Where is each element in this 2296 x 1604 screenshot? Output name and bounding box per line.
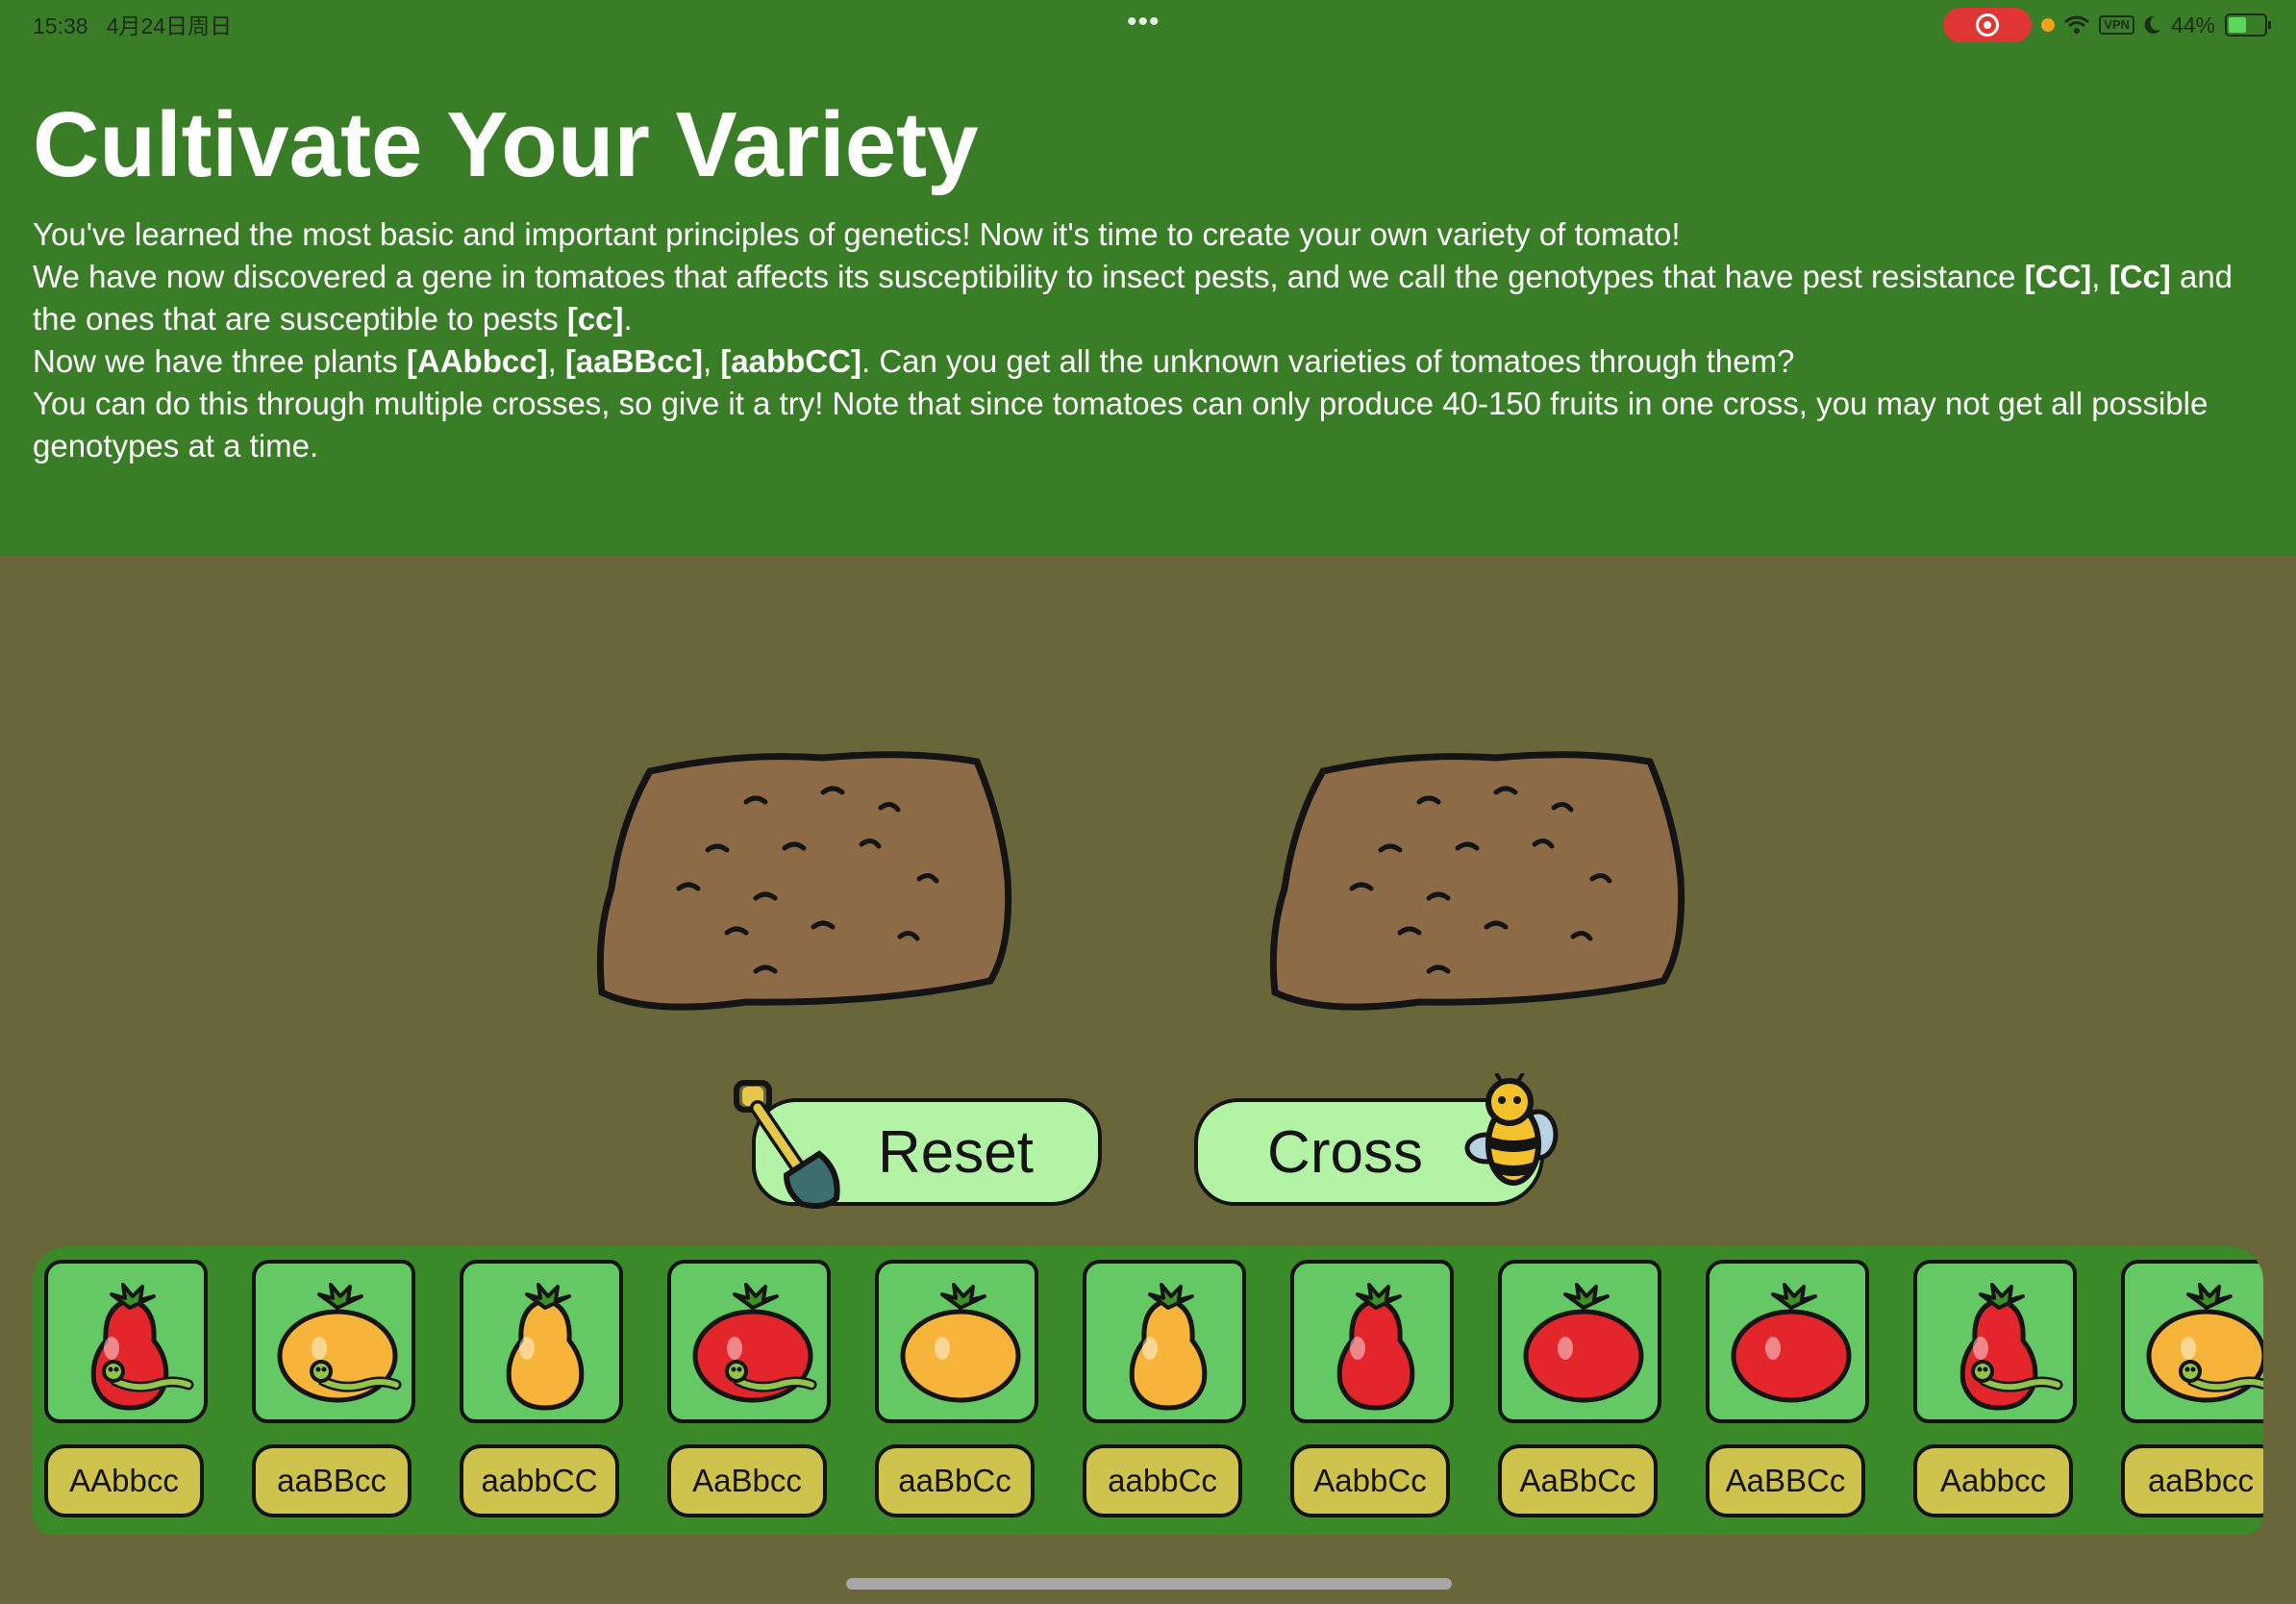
shovel-icon xyxy=(734,1080,840,1209)
genotype-label: AAbbcc xyxy=(44,1444,204,1517)
seed-packet[interactable] xyxy=(1913,1260,2077,1423)
variety-card[interactable]: AaBbcc xyxy=(661,1260,835,1519)
seed-packet[interactable] xyxy=(875,1260,1038,1423)
variety-card[interactable]: aabbCC xyxy=(454,1260,627,1519)
seed-packet[interactable] xyxy=(667,1260,831,1423)
privacy-dot-icon xyxy=(2041,18,2056,32)
tomato-icon xyxy=(1336,1283,1415,1411)
tomato-icon xyxy=(90,1283,194,1411)
seed-packet[interactable] xyxy=(460,1260,623,1423)
intro-paragraph-2: We have now discovered a gene in tomatoe… xyxy=(33,259,2234,337)
seed-packet[interactable] xyxy=(1290,1260,1454,1423)
genotype-label: aabbCC xyxy=(460,1444,619,1517)
soil-plot-right[interactable] xyxy=(1265,744,1688,1023)
tomato-icon xyxy=(1129,1283,1208,1411)
intro-paragraph-1: You've learned the most basic and import… xyxy=(33,216,1681,252)
variety-card[interactable]: aaBbCc xyxy=(869,1260,1042,1519)
tomato-icon xyxy=(2146,1283,2263,1403)
tomato-icon xyxy=(1523,1283,1644,1403)
battery-icon xyxy=(2225,13,2271,37)
status-indicators: VPN 44% xyxy=(1943,8,2271,42)
status-bar: 15:38 4月24日周日 ••• VPN 44% xyxy=(0,0,2296,46)
seed-packet[interactable] xyxy=(252,1260,415,1423)
page-title: Cultivate Your Variety xyxy=(33,93,979,196)
tomato-icon xyxy=(506,1283,585,1411)
moon-icon xyxy=(2144,15,2160,34)
tomato-icon xyxy=(1731,1283,1852,1403)
status-date: 4月24日周日 xyxy=(106,13,233,38)
genotype-label: aabbCc xyxy=(1083,1444,1242,1517)
vpn-icon: VPN xyxy=(2099,15,2134,35)
variety-card[interactable]: Aabbcc xyxy=(1908,1260,2081,1519)
variety-card[interactable]: aabbCc xyxy=(1077,1260,1250,1519)
genotype-label: AaBbcc xyxy=(667,1444,827,1517)
wifi-icon xyxy=(2064,15,2090,34)
screen-recording-icon[interactable] xyxy=(1943,8,2033,42)
genotype-label: AabbCc xyxy=(1290,1444,1450,1517)
seed-packet[interactable] xyxy=(2121,1260,2263,1423)
tomato-icon xyxy=(900,1283,1021,1403)
intro-text: You've learned the most basic and import… xyxy=(33,213,2273,467)
multitasking-dots-icon[interactable]: ••• xyxy=(1127,6,1160,38)
status-time: 15:38 4月24日周日 xyxy=(33,8,232,40)
seed-packet[interactable] xyxy=(1498,1260,1661,1423)
status-clock: 15:38 xyxy=(33,13,88,38)
tomato-icon xyxy=(277,1283,402,1403)
variety-card[interactable]: AaBBCc xyxy=(1700,1260,1873,1519)
seed-packet[interactable] xyxy=(1706,1260,1869,1423)
variety-card[interactable]: aaBbcc xyxy=(2115,1260,2263,1519)
header-banner: 15:38 4月24日周日 ••• VPN 44% Cultivate Your… xyxy=(0,0,2296,556)
genotype-label: aaBBcc xyxy=(252,1444,412,1517)
seed-packet[interactable] xyxy=(1083,1260,1246,1423)
genotype-label: AaBbCc xyxy=(1498,1444,1658,1517)
variety-card[interactable]: AabbCc xyxy=(1285,1260,1458,1519)
genotype-label: AaBBCc xyxy=(1706,1444,1865,1517)
variety-card[interactable]: aaBBcc xyxy=(246,1260,419,1519)
reset-button-label: Reset xyxy=(878,1118,1034,1186)
intro-paragraph-4: You can do this through multiple crosses… xyxy=(33,386,2209,464)
genotype-label: aaBbCc xyxy=(875,1444,1035,1517)
bee-icon xyxy=(1464,1073,1559,1186)
tomato-icon xyxy=(1959,1283,2063,1411)
varieties-tray[interactable]: AAbbcc aaBBcc aabbCC AaBbcc aaBbCc aabbCc Aabb… xyxy=(33,1246,2263,1535)
variety-card[interactable]: AaBbCc xyxy=(1492,1260,1665,1519)
home-indicator[interactable] xyxy=(846,1578,1452,1590)
cross-button-label: Cross xyxy=(1267,1118,1423,1186)
battery-percent: 44% xyxy=(2170,12,2215,38)
variety-card[interactable]: AAbbcc xyxy=(38,1260,212,1519)
soil-plot-left[interactable] xyxy=(592,744,1015,1023)
tomato-icon xyxy=(692,1283,817,1403)
genotype-label: aaBbcc xyxy=(2121,1444,2263,1517)
seed-packet[interactable] xyxy=(44,1260,208,1423)
genotype-label: Aabbcc xyxy=(1913,1444,2073,1517)
intro-paragraph-3: Now we have three plants [AAbbcc], [aaBB… xyxy=(33,343,1795,379)
